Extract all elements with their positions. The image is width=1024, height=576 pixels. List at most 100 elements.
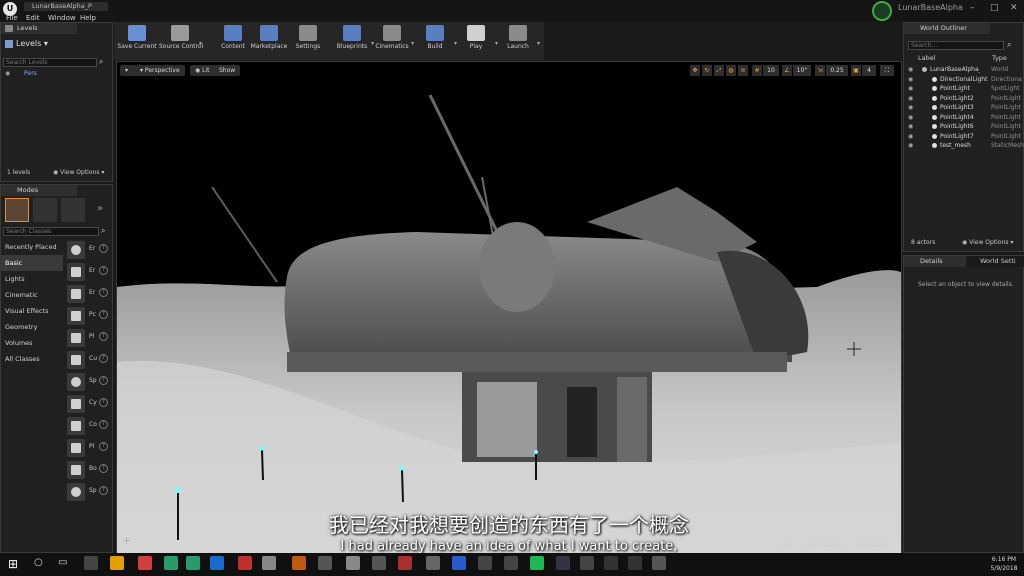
eye-icon[interactable]: ◉ <box>908 94 913 104</box>
mode-category-volumes[interactable]: Volumes <box>1 335 63 351</box>
eye-icon[interactable]: ◉ <box>908 65 913 75</box>
mode-category-basic[interactable]: Basic <box>1 255 63 271</box>
eye-icon[interactable]: ◉ <box>908 75 913 85</box>
help-icon[interactable]: ? <box>99 442 108 451</box>
3ds-max-icon[interactable] <box>186 556 200 570</box>
placeable-item[interactable]: Er? <box>65 283 112 305</box>
search-icon[interactable]: ○ <box>34 557 43 568</box>
help-icon[interactable]: ? <box>99 244 108 253</box>
chrome-icon[interactable] <box>138 556 152 570</box>
mode-category-cinematic[interactable]: Cinematic <box>1 287 63 303</box>
outliner-row[interactable]: ◉ PointLight3 PointLight <box>904 103 1024 113</box>
column-type[interactable]: Type <box>992 54 1007 62</box>
scale-snap-value[interactable]: 0.25 <box>826 65 848 76</box>
launch-button[interactable]: Launch <box>497 24 539 58</box>
placeable-item[interactable]: Bo? <box>65 459 112 481</box>
scale-snap-icon[interactable]: ⇲ <box>815 65 825 76</box>
eye-icon[interactable]: ◉ <box>908 122 913 132</box>
outliner-view-options[interactable]: ◉ View Options ▾ <box>962 239 1013 246</box>
viewport-menu-icon[interactable]: ▾ <box>120 65 136 76</box>
placeable-item[interactable]: Er? <box>65 261 112 283</box>
xnormal-icon[interactable] <box>398 556 412 570</box>
menu-help[interactable]: Help <box>80 14 96 22</box>
app-icon[interactable] <box>504 556 518 570</box>
help-icon[interactable]: ? <box>99 464 108 473</box>
folder-icon[interactable] <box>110 556 124 570</box>
world-space-icon[interactable]: ◍ <box>726 65 736 76</box>
eye-icon[interactable]: ◉ <box>908 84 913 94</box>
classes-search-input[interactable]: Search Classes <box>3 227 99 236</box>
toolbar-dropdown-icon[interactable]: ▾ <box>199 40 202 47</box>
app-icon[interactable] <box>346 556 360 570</box>
search-icon[interactable]: ⌕ <box>101 226 105 236</box>
column-label[interactable]: Label <box>918 54 936 62</box>
more-modes-icon[interactable]: » <box>97 203 103 214</box>
app-icon[interactable] <box>238 556 252 570</box>
mode-category-visual-effects[interactable]: Visual Effects <box>1 303 63 319</box>
menu-file[interactable]: File <box>6 14 18 22</box>
maximize-viewport-icon[interactable]: ⛶ <box>880 65 894 76</box>
spotify-icon[interactable] <box>530 556 544 570</box>
levels-view-options[interactable]: ◉ View Options ▾ <box>53 169 104 176</box>
placeable-item[interactable]: Sp? <box>65 481 112 503</box>
eye-icon[interactable]: ◉ <box>908 103 913 113</box>
search-icon[interactable]: ⌕ <box>1007 40 1011 50</box>
modes-tab[interactable]: Modes <box>1 185 77 196</box>
eye-icon[interactable]: ◉ <box>908 141 913 151</box>
settings-button[interactable]: Settings <box>287 24 329 58</box>
outliner-row[interactable]: ◉ PointLight4 PointLight <box>904 113 1024 123</box>
outliner-row[interactable]: ◉ PointLight7 PointLight <box>904 132 1024 142</box>
mode-category-geometry[interactable]: Geometry <box>1 319 63 335</box>
landscape-mode-icon[interactable] <box>61 198 85 222</box>
outliner-row[interactable]: ◉ PointLight SpotLight <box>904 84 1024 94</box>
build-button[interactable]: Build <box>414 24 456 58</box>
marketplace-button[interactable]: Marketplace <box>248 24 290 58</box>
help-icon[interactable]: ? <box>99 332 108 341</box>
app-icon[interactable] <box>372 556 386 570</box>
steam-icon[interactable] <box>556 556 570 570</box>
levels-search-input[interactable]: Search Levels <box>3 58 97 67</box>
unreal-icon[interactable] <box>604 556 618 570</box>
rotate-tool-icon[interactable]: ↻ <box>702 65 712 76</box>
placeable-item[interactable]: Cu? <box>65 349 112 371</box>
app-icon[interactable] <box>318 556 332 570</box>
outliner-row[interactable]: ◉ test_mesh StaticMesh <box>904 141 1024 151</box>
show-button[interactable]: Show <box>214 65 241 76</box>
app-icon[interactable] <box>452 556 466 570</box>
mode-category-recently-placed[interactable]: Recently Placed <box>1 239 63 255</box>
outliner-row[interactable]: ◉ DirectionalLight Directiona <box>904 75 1024 85</box>
close-icon[interactable]: ✕ <box>1010 3 1018 13</box>
camera-speed-icon[interactable]: ▣ <box>851 65 861 76</box>
world-outliner-tab[interactable]: World Outliner <box>904 23 990 34</box>
help-icon[interactable]: ? <box>99 310 108 319</box>
project-badge-icon[interactable] <box>872 1 892 21</box>
help-icon[interactable]: ? <box>99 266 108 275</box>
placeable-item[interactable]: Pc? <box>65 305 112 327</box>
rotation-snap-value[interactable]: 10° <box>793 65 811 76</box>
level-viewport[interactable]: ▾ ▾ Perspective ◉ Lit Show ✥ ↻ ⤢ ◍ ≋ # 1… <box>116 61 902 555</box>
placeable-item[interactable]: Pl? <box>65 437 112 459</box>
minimize-icon[interactable]: – <box>970 3 975 13</box>
help-icon[interactable]: ? <box>99 420 108 429</box>
level-item[interactable]: ◉ Pers <box>5 70 37 77</box>
app-icon[interactable] <box>580 556 594 570</box>
world-settings-tab[interactable]: World Setti <box>966 256 1024 267</box>
help-icon[interactable]: ? <box>99 398 108 407</box>
mode-category-lights[interactable]: Lights <box>1 271 63 287</box>
play-button[interactable]: Play <box>455 24 497 58</box>
search-icon[interactable]: ⌕ <box>99 57 103 67</box>
perspective-button[interactable]: ▾ Perspective <box>135 65 185 76</box>
3ds-max-icon[interactable] <box>164 556 178 570</box>
unity-icon[interactable] <box>478 556 492 570</box>
camera-speed-value[interactable]: 4 <box>862 65 876 76</box>
help-icon[interactable]: ? <box>99 354 108 363</box>
cinematics-button[interactable]: Cinematics <box>371 24 413 58</box>
surface-snap-icon[interactable]: ≋ <box>738 65 748 76</box>
eye-icon[interactable]: ◉ <box>908 113 913 123</box>
translate-tool-icon[interactable]: ✥ <box>690 65 700 76</box>
lit-button[interactable]: ◉ Lit <box>190 65 215 76</box>
app-icon[interactable] <box>426 556 440 570</box>
rotation-snap-icon[interactable]: ∠ <box>782 65 792 76</box>
mode-category-all-classes[interactable]: All Classes <box>1 351 63 367</box>
app-icon[interactable] <box>292 556 306 570</box>
